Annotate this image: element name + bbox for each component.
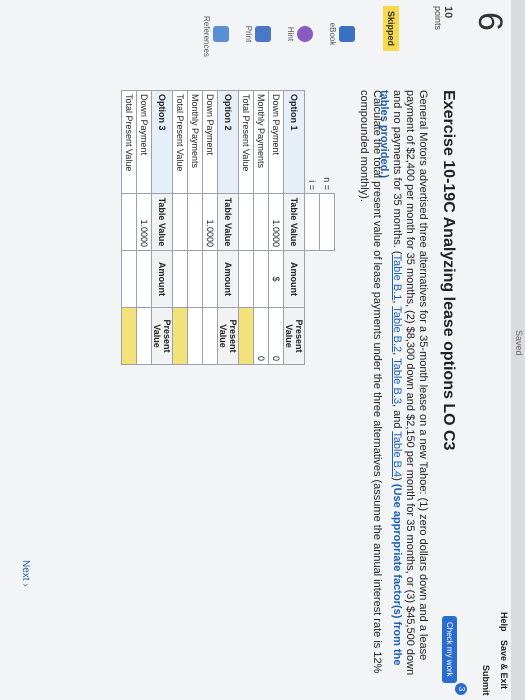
save-exit-button[interactable]: Save & Exit xyxy=(499,640,509,689)
submit-button[interactable]: Submit xyxy=(481,665,491,696)
question-number: 6 xyxy=(471,12,509,31)
table-value-cell: 1.0000 xyxy=(268,193,284,251)
table-row: i = xyxy=(304,91,320,365)
hint-link[interactable]: Hint xyxy=(286,16,313,52)
print-label: Print xyxy=(244,25,253,43)
next-button[interactable]: Next › xyxy=(20,560,31,587)
amount-input[interactable] xyxy=(253,250,269,308)
table-row: Total Present Value xyxy=(121,90,137,365)
total-present-value-label: Total Present Value xyxy=(121,90,137,194)
help-button[interactable]: Help xyxy=(499,612,509,632)
table-row: Down Payment 1.0000 xyxy=(136,90,152,365)
i-label: i = xyxy=(307,180,318,190)
table-row: Total Present Value xyxy=(238,90,254,365)
points-label: points xyxy=(433,6,443,31)
check-count-badge: 3 xyxy=(455,683,467,695)
total-present-value-input[interactable] xyxy=(121,307,137,365)
table-value-cell: 1.0000 xyxy=(136,193,152,251)
i-input[interactable] xyxy=(304,193,320,251)
table-b4-link[interactable]: Table B.4 xyxy=(391,431,403,477)
print-link[interactable]: Print xyxy=(244,16,271,52)
book-icon xyxy=(339,26,355,42)
chevron-right-icon: › xyxy=(20,583,31,587)
printer-icon xyxy=(255,26,271,42)
lease-table: n = i = Option 1 Table Value Amount Pres… xyxy=(121,90,335,365)
down-payment-label: Down Payment xyxy=(202,90,218,194)
table-row: Option 3 Table Value Amount Present Valu… xyxy=(151,90,173,365)
option3-label: Option 3 xyxy=(151,90,173,194)
table-value-cell: 1.0000 xyxy=(202,193,218,251)
ebook-link[interactable]: eBook xyxy=(328,16,355,52)
table-value-header: Table Value xyxy=(283,193,305,251)
present-value-input[interactable] xyxy=(202,307,218,365)
calculation-instruction: Calculate the total present value of lea… xyxy=(358,90,383,674)
references-label: References xyxy=(202,16,211,57)
table-value-input[interactable] xyxy=(187,193,203,251)
present-value-header: Present Value xyxy=(283,307,305,365)
lifebuoy-icon xyxy=(297,26,313,42)
table-row: Total Present Value xyxy=(172,90,188,365)
table-row: Option 1 Table Value Amount Present Valu… xyxy=(283,90,305,365)
table-row: Monthly Payments 0 xyxy=(253,90,269,365)
saved-status: Saved xyxy=(514,330,524,356)
total-present-value-label: Total Present Value xyxy=(172,90,188,194)
points: 10 points xyxy=(433,6,454,31)
hint-label: Hint xyxy=(286,26,295,42)
present-value-cell: 0 xyxy=(253,307,269,365)
amount-cell[interactable]: $ xyxy=(268,250,284,308)
screen: Saved Help Save & Exit Submit Check my w… xyxy=(0,0,525,700)
amount-header: Amount xyxy=(151,250,173,308)
references-link[interactable]: References xyxy=(202,16,229,57)
present-value-header: Present Value xyxy=(151,307,173,365)
table-b3-link[interactable]: Table B.3 xyxy=(391,358,403,404)
monthly-payments-label: Monthly Payments xyxy=(253,90,269,194)
n-label: n = xyxy=(322,177,332,190)
present-value-header: Present Value xyxy=(217,307,239,365)
total-present-value-label: Total Present Value xyxy=(238,90,254,194)
amount-input[interactable] xyxy=(136,250,152,308)
points-value: 10 xyxy=(442,6,454,19)
table-row: Monthly Payments xyxy=(187,90,203,365)
references-icon xyxy=(213,26,229,42)
table-value-input[interactable] xyxy=(253,193,269,251)
amount-header: Amount xyxy=(217,250,239,308)
present-value-cell: 0 xyxy=(268,307,284,365)
table-row: Option 2 Table Value Amount Present Valu… xyxy=(217,90,239,365)
status-badge: Skipped xyxy=(383,6,399,52)
problem-text: General Motors advertised three alternat… xyxy=(378,90,429,676)
total-present-value-input[interactable] xyxy=(172,307,188,365)
table-b2-link[interactable]: Table B.2 xyxy=(391,306,403,352)
monthly-payments-label: Monthly Payments xyxy=(187,90,203,194)
option2-label: Option 2 xyxy=(217,90,239,194)
amount-input[interactable] xyxy=(202,250,218,308)
exercise-title: Exercise 10-19C Analyzing lease options … xyxy=(440,90,457,451)
n-input[interactable] xyxy=(319,193,335,251)
down-payment-label: Down Payment xyxy=(136,90,152,194)
table-row: Down Payment 1.0000 $ 0 xyxy=(268,90,284,365)
ebook-label: eBook xyxy=(328,22,337,46)
down-payment-label: Down Payment xyxy=(268,90,284,194)
table-row: Down Payment 1.0000 xyxy=(202,90,218,365)
present-value-input[interactable] xyxy=(187,307,203,365)
amount-header: Amount xyxy=(283,250,305,308)
table-value-header: Table Value xyxy=(217,193,239,251)
present-value-input[interactable] xyxy=(136,307,152,365)
table-b1-link[interactable]: Table B.1 xyxy=(391,255,403,301)
table-row: n = xyxy=(319,91,335,365)
top-bar: Saved xyxy=(511,0,525,700)
total-present-value-input[interactable] xyxy=(238,307,254,365)
check-my-work-button[interactable]: Check my work xyxy=(442,616,457,683)
option1-label: Option 1 xyxy=(283,90,305,194)
amount-input[interactable] xyxy=(187,250,203,308)
table-value-header: Table Value xyxy=(151,193,173,251)
